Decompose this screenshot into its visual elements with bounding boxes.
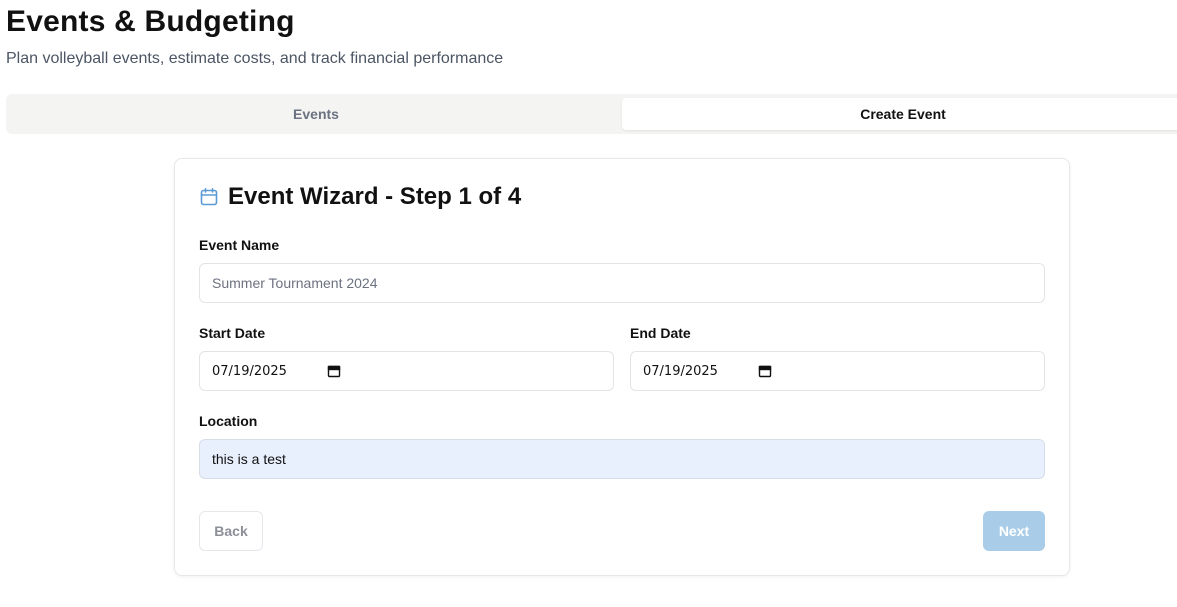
- event-name-placeholder: Summer Tournament 2024: [212, 275, 378, 291]
- calendar-icon: [199, 187, 219, 207]
- wizard-header: Event Wizard - Step 1 of 4: [199, 183, 521, 211]
- wizard-title: Event Wizard - Step 1 of 4: [228, 183, 522, 210]
- tab-events[interactable]: Events: [10, 98, 622, 130]
- start-date-input[interactable]: 07/19/2025: [199, 351, 614, 391]
- end-date-label: End Date: [630, 325, 691, 341]
- event-name-label: Event Name: [199, 237, 280, 253]
- tab-create-event[interactable]: Create Event: [622, 98, 1177, 130]
- event-wizard-card: Event Wizard - Step 1 of 4 Event Name Su…: [174, 158, 1070, 576]
- page-title: Events & Budgeting: [6, 5, 295, 38]
- page-subtitle: Plan volleyball events, estimate costs, …: [6, 50, 504, 67]
- next-button[interactable]: Next: [983, 511, 1045, 551]
- back-button[interactable]: Back: [199, 511, 263, 551]
- page: Events & Budgeting Plan volleyball event…: [0, 0, 1177, 607]
- location-label: Location: [199, 413, 258, 429]
- start-date-value: 07/19/2025: [212, 363, 287, 379]
- event-name-input[interactable]: Summer Tournament 2024: [199, 263, 1045, 303]
- tab-list: Events Create Event: [6, 94, 1177, 134]
- date-picker-icon[interactable]: [327, 364, 341, 378]
- location-input[interactable]: this is a test: [199, 439, 1045, 479]
- end-date-value: 07/19/2025: [643, 363, 718, 379]
- date-picker-icon[interactable]: [758, 364, 772, 378]
- location-value: this is a test: [212, 451, 286, 467]
- start-date-label: Start Date: [199, 325, 266, 341]
- end-date-input[interactable]: 07/19/2025: [630, 351, 1045, 391]
